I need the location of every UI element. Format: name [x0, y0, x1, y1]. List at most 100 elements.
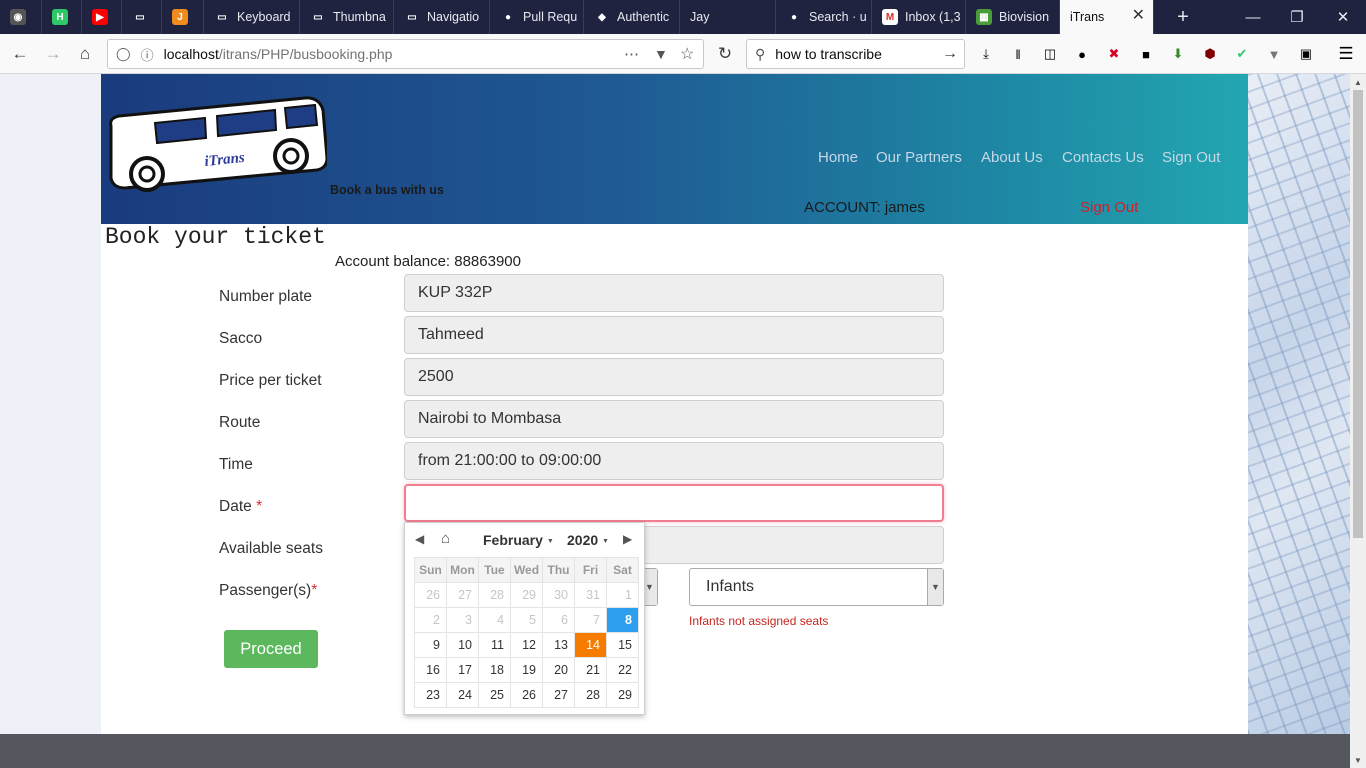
infants-select[interactable]: Infants ▼ — [689, 568, 944, 606]
forward-icon[interactable]: → — [38, 39, 68, 69]
browser-tab[interactable]: Jay — [680, 0, 776, 34]
date-picker: ◀ ⌂ February ▼ 2020 ▼ ▶ Sun Mon Tue Wed Thu F… — [404, 522, 645, 715]
browser-tab[interactable]: ▭ Keyboard — [204, 0, 300, 34]
calendar-day[interactable]: 20 — [543, 658, 575, 683]
browser-tab[interactable]: ◆ Authentic — [584, 0, 680, 34]
sacco-field[interactable]: Tahmeed — [404, 316, 944, 354]
download-helper-icon[interactable]: ⬇ — [1167, 43, 1189, 65]
calendar-day[interactable]: 15 — [607, 633, 639, 658]
home-icon[interactable]: ⌂ — [70, 39, 100, 69]
shield-icon[interactable]: ◯ — [116, 46, 131, 62]
calendar-day[interactable]: 10 — [447, 633, 479, 658]
price-field[interactable]: 2500 — [404, 358, 944, 396]
calendar-day[interactable]: 12 — [511, 633, 543, 658]
weekday-header: Wed — [511, 558, 543, 583]
calendar-day: 3 — [447, 608, 479, 633]
browser-tab[interactable]: ◉ — [0, 0, 42, 34]
calendar-day[interactable]: 17 — [447, 658, 479, 683]
calendar-day: 27 — [447, 583, 479, 608]
date-input[interactable] — [404, 484, 944, 522]
vpn-icon[interactable]: ▼ — [1263, 43, 1285, 65]
site-header: iTrans Book a bus with us Home Our Partn… — [101, 74, 1248, 224]
browser-tab[interactable]: ▭ Thumbna — [300, 0, 394, 34]
chevron-down-icon[interactable]: ▼ — [927, 569, 943, 605]
calendar-day[interactable]: 19 — [511, 658, 543, 683]
calendar-day[interactable]: 11 — [479, 633, 511, 658]
search-input[interactable]: how to transcribe — [775, 46, 882, 62]
year-select[interactable]: 2020 ▼ — [567, 532, 609, 548]
calendar-day[interactable]: 8 — [607, 608, 639, 633]
search-bar[interactable]: ⚲ how to transcribe → — [746, 39, 965, 69]
calendar-day[interactable]: 18 — [479, 658, 511, 683]
bookmark-star-icon[interactable]: ☆ — [680, 44, 694, 64]
prev-month-icon[interactable]: ◀ — [415, 532, 424, 546]
extension-icon[interactable]: ■ — [1135, 43, 1157, 65]
home-icon[interactable]: ⌂ — [441, 530, 450, 547]
minimize-icon[interactable]: — — [1230, 0, 1276, 34]
calendar-day[interactable]: 21 — [575, 658, 607, 683]
nav-sign-out[interactable]: Sign Out — [1162, 149, 1220, 166]
scroll-up-icon[interactable]: ▲ — [1350, 74, 1366, 90]
calendar-day[interactable]: 16 — [415, 658, 447, 683]
number-plate-field[interactable]: KUP 332P — [404, 274, 944, 312]
calendar-day[interactable]: 27 — [543, 683, 575, 708]
next-month-icon[interactable]: ▶ — [623, 532, 632, 546]
calendar-day[interactable]: 22 — [607, 658, 639, 683]
calendar-day[interactable]: 26 — [511, 683, 543, 708]
blocker-icon[interactable]: ✖ — [1103, 43, 1125, 65]
browser-tab[interactable]: iTrans ✕ — [1060, 0, 1154, 34]
maximize-icon[interactable]: ❐ — [1274, 0, 1320, 34]
calendar-day[interactable]: 28 — [575, 683, 607, 708]
nav-home[interactable]: Home — [818, 149, 858, 166]
new-tab-icon[interactable]: + — [1160, 0, 1206, 34]
browser-tab[interactable]: ▭ Navigatio — [394, 0, 490, 34]
browser-tab[interactable]: ● Pull Requ — [490, 0, 584, 34]
time-field[interactable]: from 21:00:00 to 09:00:00 — [404, 442, 944, 480]
calendar-day[interactable]: 23 — [415, 683, 447, 708]
browser-tab[interactable]: H — [42, 0, 82, 34]
close-tab-icon[interactable]: ✕ — [1132, 8, 1145, 24]
j-icon: J — [172, 9, 188, 25]
pocket-icon[interactable]: ▼ — [654, 46, 668, 62]
calendar-day[interactable]: 9 — [415, 633, 447, 658]
browser-tab[interactable]: M Inbox (1,3 — [872, 0, 966, 34]
search-go-icon[interactable]: → — [942, 45, 958, 63]
sidebar-icon[interactable]: ◫ — [1039, 43, 1061, 65]
calendar-day[interactable]: 14 — [575, 633, 607, 658]
scroll-down-icon[interactable]: ▼ — [1350, 752, 1366, 768]
browser-tab[interactable]: ▶ — [82, 0, 122, 34]
calendar-day[interactable]: 29 — [607, 683, 639, 708]
menu-icon[interactable]: ☰ — [1335, 43, 1357, 65]
browser-tab[interactable]: ▭ — [122, 0, 162, 34]
library-icon[interactable]: ‖ — [1007, 43, 1029, 65]
page-actions-icon[interactable]: ⋯ — [624, 45, 639, 63]
reload-icon[interactable]: ↻ — [710, 39, 740, 69]
check-icon[interactable]: ✔ — [1231, 43, 1253, 65]
route-field[interactable]: Nairobi to Mombasa — [404, 400, 944, 438]
browser-tab-label: Inbox (1,3 — [905, 10, 961, 24]
browser-tab[interactable]: ● Search · u — [776, 0, 872, 34]
nav-contacts-us[interactable]: Contacts Us — [1062, 149, 1144, 166]
scrollbar-thumb[interactable] — [1353, 90, 1363, 538]
bus-logo[interactable]: iTrans — [105, 96, 329, 197]
back-icon[interactable]: ← — [5, 39, 35, 69]
url-bar[interactable]: ◯ ⓘ localhost/itrans/PHP/busbooking.php … — [107, 39, 704, 69]
ublock-icon[interactable]: ⬢ — [1199, 43, 1221, 65]
extension-box-icon[interactable]: ▣ — [1295, 43, 1317, 65]
info-icon[interactable]: ⓘ — [141, 45, 154, 64]
download-icon[interactable]: ⤓ — [975, 43, 997, 65]
account-icon[interactable]: ● — [1071, 43, 1093, 65]
calendar-day[interactable]: 25 — [479, 683, 511, 708]
close-window-icon[interactable]: ✕ — [1320, 0, 1366, 34]
calendar-day[interactable]: 24 — [447, 683, 479, 708]
browser-tab[interactable]: ▦ Biovision — [966, 0, 1060, 34]
sign-out-link[interactable]: Sign Out — [1080, 199, 1138, 216]
calendar-day[interactable]: 13 — [543, 633, 575, 658]
proceed-button[interactable]: Proceed — [224, 630, 318, 668]
month-select[interactable]: February ▼ — [483, 532, 554, 548]
vertical-scrollbar[interactable]: ▲ ▼ — [1350, 74, 1366, 768]
browser-tab[interactable]: J — [162, 0, 204, 34]
nav-our-partners[interactable]: Our Partners — [876, 149, 962, 166]
browser-tab-label: Pull Requ — [523, 10, 578, 24]
nav-about-us[interactable]: About Us — [981, 149, 1043, 166]
